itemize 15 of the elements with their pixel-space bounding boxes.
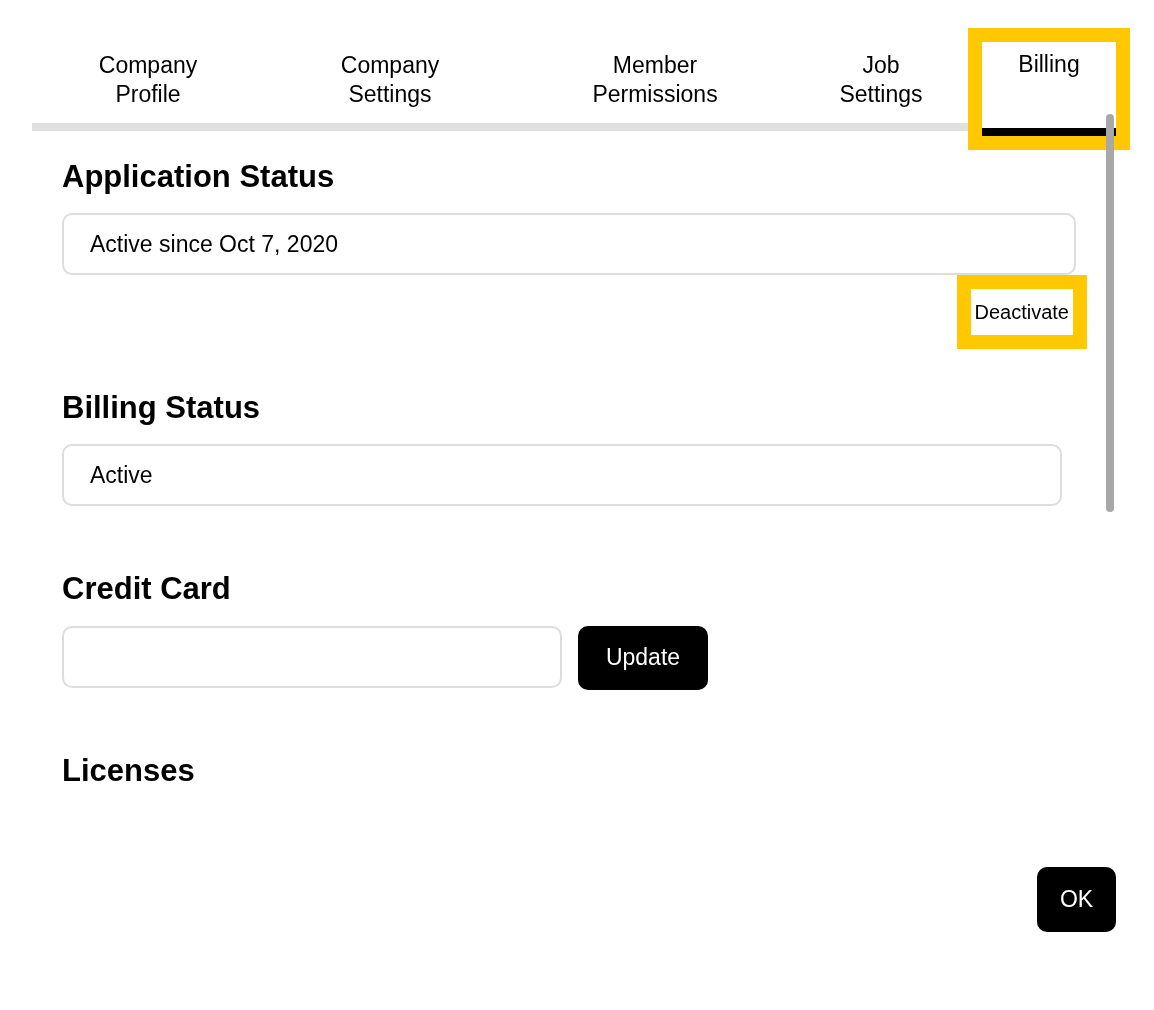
tab[interactable]: Billing [968,28,1130,150]
tab[interactable]: Job Settings [794,36,968,131]
section-heading: Billing Status [62,389,262,427]
status-field: Active since Oct 7, 2020 [62,213,1076,276]
tab[interactable]: Company Settings [264,36,516,131]
section-heading: Application Status [62,158,336,196]
section-heading: Licenses [62,751,196,789]
scrollbar[interactable] [1106,114,1114,512]
status-field: Active [62,444,1062,507]
ok-button[interactable]: OK [1037,866,1116,932]
tab[interactable]: Company Profile [32,36,264,131]
tab[interactable]: Member Permissions [516,36,794,131]
section-heading: Credit Card [62,570,232,608]
update-button[interactable]: Update [578,625,708,690]
card-input-field[interactable] [62,625,562,688]
